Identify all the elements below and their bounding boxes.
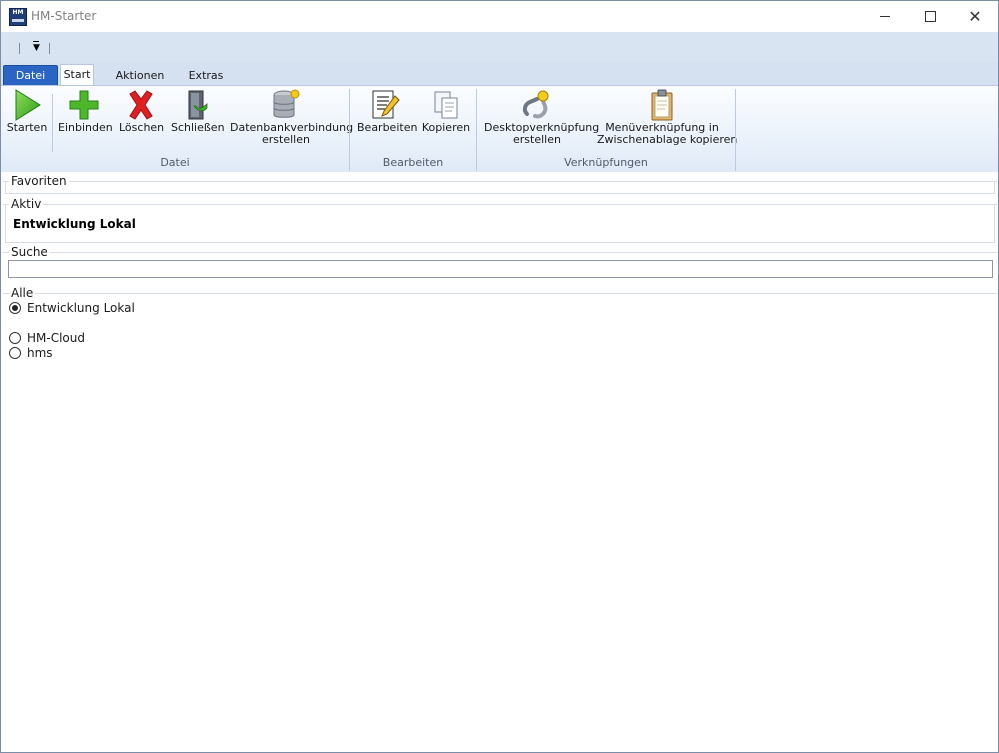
close-door-icon xyxy=(180,88,212,122)
play-icon xyxy=(11,88,43,122)
maximize-icon xyxy=(924,11,936,22)
ribbon: ▼ Datei Start Aktionen Extras Starten Ei… xyxy=(1,32,998,172)
tab-start[interactable]: Start xyxy=(60,64,94,87)
radio-selected-icon[interactable] xyxy=(9,302,21,314)
clipboard-icon xyxy=(646,88,678,122)
radio-icon[interactable] xyxy=(9,332,21,344)
edit-document-icon xyxy=(369,88,401,122)
menueverknuepfung-kopieren-button[interactable]: Menüverknüpfung in Zwischenablage kopier… xyxy=(597,88,738,146)
suche-label: Suche xyxy=(9,245,50,259)
ribbon-tabs: Datei Start Aktionen Extras xyxy=(1,63,998,87)
minimize-button[interactable] xyxy=(862,1,908,32)
close-button[interactable]: ✕ xyxy=(952,1,998,32)
schliessen-label: Schließen xyxy=(171,121,225,134)
datenbankverbindung-erstellen-button[interactable]: Datenbankverbindung erstellen xyxy=(230,88,353,146)
alle-label: Alle xyxy=(9,286,36,300)
kopieren-button[interactable]: Kopieren xyxy=(421,88,471,134)
group-label-verknuepfungen: Verknüpfungen xyxy=(564,156,648,169)
favoriten-section: Favoriten xyxy=(3,174,997,194)
starten-label: Starten xyxy=(6,121,48,134)
delete-icon xyxy=(125,88,157,122)
database-icon xyxy=(270,88,302,122)
connection-label: hms xyxy=(27,346,53,360)
schliessen-button[interactable]: Schließen xyxy=(171,88,225,134)
active-connection-name: Entwicklung Lokal xyxy=(13,217,136,231)
connection-radio-entwicklung-lokal[interactable]: Entwicklung Lokal xyxy=(9,300,135,316)
app-logo-icon: HM xyxy=(9,8,27,26)
search-input[interactable] xyxy=(8,260,993,278)
kopieren-label: Kopieren xyxy=(421,121,471,134)
menueverknuepfung-label-line2: Zwischenablage kopieren xyxy=(597,133,738,146)
datenbankverbindung-label-line2: erstellen xyxy=(262,133,310,146)
separator xyxy=(52,94,53,152)
loeschen-label: Löschen xyxy=(119,121,165,134)
add-icon xyxy=(68,88,100,122)
copy-icon xyxy=(430,88,462,122)
starten-button[interactable]: Starten xyxy=(6,88,48,134)
group-separator xyxy=(735,89,736,171)
tab-aktionen[interactable]: Aktionen xyxy=(114,66,166,85)
bearbeiten-label: Bearbeiten xyxy=(357,121,418,134)
close-icon: ✕ xyxy=(968,6,982,26)
loeschen-button[interactable]: Löschen xyxy=(119,88,165,134)
bearbeiten-button[interactable]: Bearbeiten xyxy=(357,88,418,134)
maximize-button[interactable] xyxy=(907,1,953,32)
radio-icon[interactable] xyxy=(9,347,21,359)
connection-radio-hms[interactable]: hms xyxy=(9,345,53,361)
quick-access-toolbar: ▼ xyxy=(1,32,998,62)
group-label-bearbeiten: Bearbeiten xyxy=(382,156,444,169)
connection-label: Entwicklung Lokal xyxy=(27,301,135,315)
group-label-datei: Datei xyxy=(160,156,190,169)
aktiv-section: Aktiv xyxy=(3,197,997,243)
title-bar: HM HM-Starter ✕ xyxy=(1,1,998,32)
minimize-icon xyxy=(880,16,890,17)
window-title: HM-Starter xyxy=(31,9,97,23)
customize-qat-button[interactable]: ▼ xyxy=(33,41,40,53)
einbinden-label: Einbinden xyxy=(58,121,113,134)
connection-label: HM-Cloud xyxy=(27,331,85,345)
einbinden-button[interactable]: Einbinden xyxy=(58,88,113,134)
tab-extras[interactable]: Extras xyxy=(187,66,225,85)
qat-separator xyxy=(19,43,20,54)
qat-separator xyxy=(49,43,50,54)
desktopverknuepfung-erstellen-button[interactable]: Desktopverknüpfung erstellen xyxy=(484,88,599,146)
desktopverknuepfung-label-line2: erstellen xyxy=(513,133,561,146)
alle-section: Alle xyxy=(3,286,997,744)
ribbon-panel-start: Starten Einbinden Löschen Schließen Date… xyxy=(1,85,998,172)
shortcut-link-icon xyxy=(521,88,553,122)
main-window: HM HM-Starter ✕ ▼ Datei Start Aktionen E… xyxy=(0,0,999,753)
favoriten-box xyxy=(5,182,995,194)
aktiv-box xyxy=(5,205,995,243)
connection-radio-hm-cloud[interactable]: HM-Cloud xyxy=(9,330,85,346)
tab-datei[interactable]: Datei xyxy=(3,65,58,86)
